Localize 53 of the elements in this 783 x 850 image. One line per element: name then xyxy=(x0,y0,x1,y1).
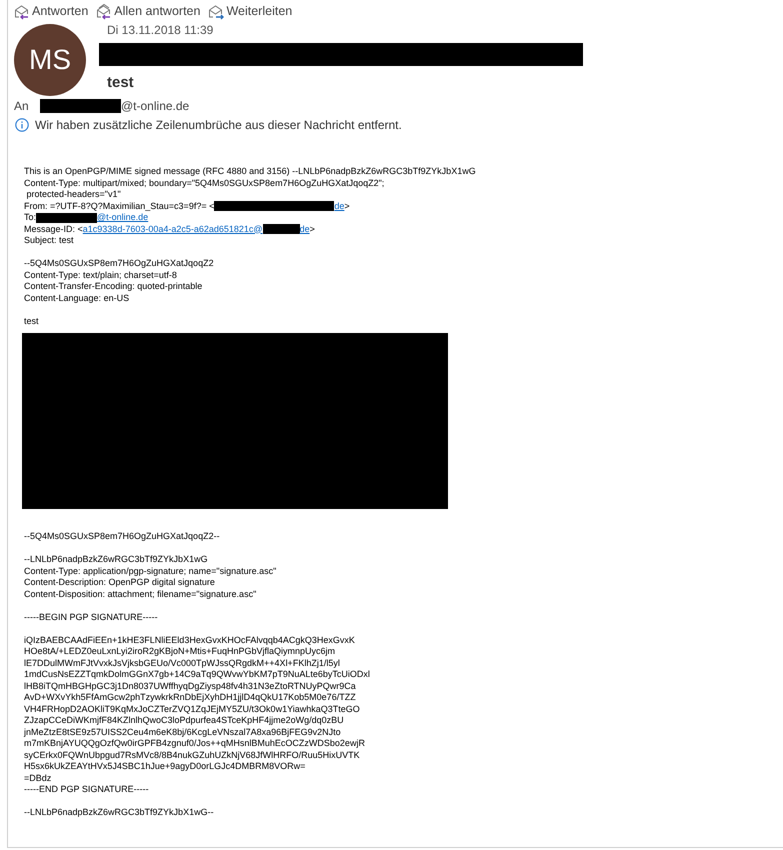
email-link[interactable]: de xyxy=(300,224,310,235)
message-text: test xyxy=(24,316,39,327)
message-text: Subject: test xyxy=(24,235,74,246)
message-text: --LNLbP6nadpBzkZ6wRGC3bTf9ZYkJbX1wG xyxy=(24,554,208,566)
envelope-arrow-icon xyxy=(208,2,226,20)
recipient-label: An xyxy=(14,98,30,115)
email-link[interactable]: de xyxy=(334,200,344,212)
message-text: Content-Transfer-Encoding: quoted-printable xyxy=(24,281,202,292)
date-text: Di 13.11.2018 11:39 xyxy=(106,22,214,38)
message-text: AvD+WXvYkh5FfAmGcw2phTzywkrkRnDbEjXyhDH1jjlD4qQkU17Kob5M0e76/TZZ xyxy=(24,692,356,704)
recipient-address: @t-online.de xyxy=(121,98,190,115)
message-text: ZJzapCCeDiWKmjfF84KZlnlhQwoC3loPdpurfea4STceKpHF4jjme2oWg/dq0zBU xyxy=(24,715,344,726)
message-text: -----END PGP SIGNATURE----- xyxy=(24,784,149,796)
message-text: VH4FRHopD2AOKliT9KqMxJoCZTerZVQ1ZqJEjMY5ZU/t3Ok0w1YiawhkaQ3TteGO xyxy=(24,704,360,715)
message-text: Content-Language: en-US xyxy=(24,292,130,304)
toolbar-button[interactable]: Antworten xyxy=(14,2,88,20)
message-text: iQIzBAEBCAAdFiEEn+1kHE3FLNliEEld3HexGvxKHOcFAlvqqb4ACgkQ3HexGvxK xyxy=(24,634,355,646)
message-text: 1mdCusNsEZZTqmkDolmGGnX7gb+14C9aTq9QWvwYbKM7pT9NuALte6byTcUiODxl xyxy=(24,669,370,680)
message-text: lE7DDulMWmFJtVvxkJsVjksbGEUo/Vc000TpWJssQRgdkM++4Xl+FKlhZj1/l5yl xyxy=(24,658,340,669)
message-text: Content-Description: OpenPGP digital signature xyxy=(24,577,215,588)
message-text: To: xyxy=(24,212,36,224)
message-text: -----BEGIN PGP SIGNATURE----- xyxy=(24,612,158,623)
message-text: protected-headers="v1" xyxy=(26,189,121,200)
subject-text: test xyxy=(106,73,135,93)
toolbar-button[interactable]: Allen antworten xyxy=(96,2,200,20)
message-text: lHB8iTQmHBGHpGC3j1Dn8037UWffhyqDgZiysp48fv4h31N3eZtoRTNUyPQwr9Ca xyxy=(24,680,356,692)
message-text: This is an OpenPGP/MIME signed message (RFC 4880 and 3156) --LNLbP6nadpBzkZ6wRGC3bTf9ZYkJbX1wG xyxy=(24,166,476,178)
message-text: jnMeZtzE8tSE9z57UISS2Ceu4m6eK8bj/6KcgLeVNszal7A8xa96BjFEG9v2NJto xyxy=(24,726,341,738)
redaction-bar xyxy=(262,224,300,234)
avatar: MS xyxy=(14,24,86,96)
message-text: --5Q4Ms0SGUxSP8em7H6OgZuHGXatJqoqZ2-- xyxy=(24,531,220,542)
email-link[interactable]: @t-online.de xyxy=(97,212,148,224)
message-text: =DBdz xyxy=(24,772,52,784)
message-text: --5Q4Ms0SGUxSP8em7H6OgZuHGXatJqoqZ2 xyxy=(24,258,214,270)
message-text: Content-Type: application/pgp-signature; name="signature.asc" xyxy=(24,566,276,577)
message-text: > xyxy=(310,224,315,235)
message-text: H5sx6kUkZEAYtHVx5J4SBC1hJue+9agyD0orLGJc4DMBRM8VORw= xyxy=(24,761,306,772)
toolbar-button[interactable]: Weiterleiten xyxy=(208,2,292,20)
message-text: Message-ID: < xyxy=(24,224,83,235)
email-link[interactable]: a1c9338d-7603-00a4-a2c5-a62ad651821c@ xyxy=(82,224,263,235)
message-text: m7mKBnjAYUQQgOzfQw0irGPFB4zgnuf0/Jos++qMHsnlBMuhEcOCZzWDSbo2ewjR xyxy=(24,738,365,750)
message-text: From: =?UTF-8?Q?Maximilian_Stau=c3=9f?= < xyxy=(24,200,214,212)
message-text: Content-Type: text/plain; charset=utf-8 xyxy=(24,270,177,281)
message-text: HOe8tA/+LEDZ0euLxnLyi2iroR2gKBjoN+Mtis+FuqHnPGbVjflaQiymnpUyc6jm xyxy=(24,646,336,658)
message-text: --LNLbP6nadpBzkZ6wRGC3bTf9ZYkJbX1wG-- xyxy=(24,807,214,818)
message-text: syCErkx0FQWnUbpgud7RsMVc8/8B4nukGZuhUZkNjV68JfWlHRFO/Ruu5HixUVTK xyxy=(24,750,360,761)
message-text: > xyxy=(344,200,350,212)
message-text: Content-Disposition: attachment; filename="signature.asc" xyxy=(24,588,256,600)
info-icon xyxy=(15,118,29,132)
redaction-bar xyxy=(36,212,98,223)
message-text: Content-Type: multipart/mixed; boundary="5Q4Ms0SGUxSP8em7H6OgZuHGXatJqoqZ2"; xyxy=(24,178,384,189)
info-message: Wir haben zusätzliche Zeilenumbrüche aus dieser Nachricht entfernt. xyxy=(35,117,402,134)
envelope-arrow-icon xyxy=(14,2,31,20)
